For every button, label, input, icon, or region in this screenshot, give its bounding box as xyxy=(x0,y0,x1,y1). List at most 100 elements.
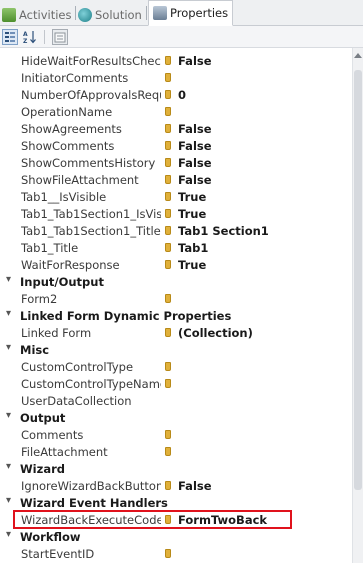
property-row[interactable]: HideWaitForResultsCheckb False xyxy=(0,52,352,69)
alphabetical-sort-icon[interactable]: AZ xyxy=(22,29,38,45)
toolbar-divider xyxy=(44,30,45,44)
property-grid-toolbar: AZ xyxy=(0,26,363,48)
property-value[interactable]: True xyxy=(178,207,206,221)
category-row[interactable]: ▾ Misc xyxy=(0,341,352,358)
property-pages-icon[interactable] xyxy=(52,29,68,45)
property-name: CustomControlTypeName xyxy=(21,377,161,391)
property-name: Linked Form xyxy=(21,326,92,340)
property-row[interactable]: NumberOfApprovalsRequi 0 xyxy=(0,86,352,103)
property-value[interactable]: False xyxy=(178,54,212,68)
property-row[interactable]: IgnoreWizardBackButton False xyxy=(0,477,352,494)
lock-icon xyxy=(165,175,171,184)
tab-properties[interactable]: Properties xyxy=(148,0,234,26)
tab-activities-label: Activities xyxy=(19,7,72,22)
category-row[interactable]: ▾ Wizard xyxy=(0,460,352,477)
tab-bar: Activities Solution Properties xyxy=(0,0,363,26)
tab-activities[interactable]: Activities xyxy=(2,3,71,26)
property-name: OperationName xyxy=(21,105,113,119)
category-label: Output xyxy=(20,411,66,425)
property-row[interactable]: Tab1__IsVisible True xyxy=(0,188,352,205)
property-row[interactable]: Form2 xyxy=(0,290,352,307)
property-name: Comments xyxy=(21,428,84,442)
lock-icon xyxy=(165,73,171,82)
property-value[interactable]: False xyxy=(178,173,212,187)
property-value[interactable]: True xyxy=(178,258,206,272)
property-row[interactable]: OperationName xyxy=(0,103,352,120)
property-name: HideWaitForResultsCheckb xyxy=(21,54,161,68)
property-value[interactable]: (Collection) xyxy=(178,326,253,340)
tab-solution[interactable]: Solution xyxy=(78,3,142,26)
property-row[interactable]: Tab1_Tab1Section1_Title Tab1 Section1 xyxy=(0,222,352,239)
scrollbar-thumb[interactable] xyxy=(354,70,362,490)
lock-icon xyxy=(165,481,171,490)
category-row[interactable]: ▾ Workflow xyxy=(0,528,352,545)
property-row[interactable]: ShowCommentsHistory False xyxy=(0,154,352,171)
scroll-up-icon[interactable] xyxy=(354,53,362,58)
property-value[interactable]: False xyxy=(178,479,212,493)
property-name: Form2 xyxy=(21,292,58,306)
property-row[interactable]: Tab1_Title Tab1 xyxy=(0,239,352,256)
lock-icon xyxy=(165,549,171,558)
solution-icon xyxy=(78,7,92,22)
lock-icon xyxy=(165,243,171,252)
category-row[interactable]: ▾ Input/Output xyxy=(0,273,352,290)
property-row[interactable]: ShowFileAttachment False xyxy=(0,171,352,188)
property-row[interactable]: FileAttachment xyxy=(0,443,352,460)
collapse-chevron-icon[interactable]: ▾ xyxy=(6,410,11,421)
property-name: ShowComments xyxy=(21,139,115,153)
tab-solution-label: Solution xyxy=(95,7,142,22)
collapse-chevron-icon[interactable]: ▾ xyxy=(6,342,11,353)
property-row[interactable]: CustomControlType xyxy=(0,358,352,375)
property-row[interactable]: Tab1_Tab1Section1_IsVisi True xyxy=(0,205,352,222)
category-label: Linked Form Dynamic Properties xyxy=(20,309,232,323)
property-value[interactable]: True xyxy=(178,190,206,204)
property-row[interactable]: Comments xyxy=(0,426,352,443)
lock-icon xyxy=(165,56,171,65)
property-name: NumberOfApprovalsRequi xyxy=(21,88,161,102)
property-row[interactable]: InitiatorComments xyxy=(0,69,352,86)
property-row[interactable]: UserDataCollection xyxy=(0,392,352,409)
lock-icon xyxy=(165,379,171,388)
property-row[interactable]: Linked Form (Collection) xyxy=(0,324,352,341)
property-value[interactable]: False xyxy=(178,156,212,170)
lock-icon xyxy=(165,124,171,133)
collapse-chevron-icon[interactable]: ▾ xyxy=(6,461,11,472)
lock-icon xyxy=(165,209,171,218)
collapse-chevron-icon[interactable]: ▾ xyxy=(6,495,11,506)
vertical-scrollbar[interactable] xyxy=(352,48,363,563)
tab-properties-label: Properties xyxy=(170,6,229,20)
property-grid: HideWaitForResultsCheckb False InitiatorCo… xyxy=(0,48,352,563)
property-value[interactable]: Tab1 Section1 xyxy=(178,224,269,238)
category-label: Wizard Event Handlers xyxy=(20,496,168,510)
category-label: Misc xyxy=(20,343,50,357)
property-row[interactable]: WaitForResponse True xyxy=(0,256,352,273)
category-label: Workflow xyxy=(20,530,81,544)
collapse-chevron-icon[interactable]: ▾ xyxy=(6,274,11,285)
collapse-chevron-icon[interactable]: ▾ xyxy=(6,529,11,540)
lock-icon xyxy=(165,226,171,235)
property-row[interactable]: ShowComments False xyxy=(0,137,352,154)
property-row[interactable]: CustomControlTypeName xyxy=(0,375,352,392)
tab-divider xyxy=(75,6,76,20)
property-row[interactable]: ShowAgreements False xyxy=(0,120,352,137)
property-value[interactable]: False xyxy=(178,122,212,136)
property-name: WaitForResponse xyxy=(21,258,120,272)
category-row[interactable]: ▾ Wizard Event Handlers xyxy=(0,494,352,511)
lock-icon xyxy=(165,90,171,99)
property-value[interactable]: False xyxy=(178,139,212,153)
collapse-chevron-icon[interactable]: ▾ xyxy=(6,308,11,319)
categorized-view-icon[interactable] xyxy=(2,29,18,45)
property-value[interactable]: 0 xyxy=(178,88,186,102)
lock-icon xyxy=(165,328,171,337)
property-name: InitiatorComments xyxy=(21,71,129,85)
selection-highlight-box xyxy=(13,510,292,529)
property-name: IgnoreWizardBackButton xyxy=(21,479,161,493)
category-row[interactable]: ▾ Linked Form Dynamic Properties xyxy=(0,307,352,324)
category-row[interactable]: ▾ Output xyxy=(0,409,352,426)
property-name: Tab1__IsVisible xyxy=(21,190,107,204)
property-name: ShowAgreements xyxy=(21,122,122,136)
property-value[interactable]: Tab1 xyxy=(178,241,208,255)
property-name: Tab1_Title xyxy=(21,241,79,255)
property-row[interactable]: StartEventID xyxy=(0,545,352,562)
lock-icon xyxy=(165,430,171,439)
